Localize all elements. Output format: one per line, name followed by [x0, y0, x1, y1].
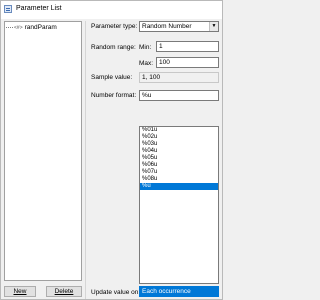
format-option[interactable]: %04u [140, 148, 218, 155]
format-option[interactable]: %02u [140, 134, 218, 141]
min-field[interactable]: 1 [156, 41, 219, 52]
number-format-input[interactable]: %u [139, 90, 219, 101]
parameter-list-window: Parameter List <#> randParam New Delete P… [0, 0, 223, 300]
parameter-type-dropdown[interactable]: Random Number ▼ [139, 21, 219, 32]
tree-connector [6, 26, 13, 28]
random-range-label: Random range: [91, 44, 136, 51]
max-label: Max: [139, 60, 154, 67]
format-option[interactable]: %08u [140, 176, 218, 183]
format-option[interactable]: %03u [140, 141, 218, 148]
min-label: Min: [139, 44, 152, 51]
parameter-tree[interactable]: <#> randParam [4, 21, 82, 281]
sample-value-label: Sample value: [91, 74, 133, 81]
format-option[interactable]: %06u [140, 162, 218, 169]
delete-button[interactable]: Delete [46, 286, 82, 297]
tree-item-label: randParam [24, 24, 57, 31]
new-button[interactable]: New [4, 286, 36, 297]
parameter-icon: <#> [14, 25, 23, 31]
update-value-label: Update value on: [91, 289, 141, 296]
format-option[interactable]: %01u [140, 127, 218, 134]
window-app-icon [4, 5, 12, 13]
format-option[interactable]: %05u [140, 155, 218, 162]
panel-divider [85, 21, 86, 299]
sample-value-display: 1, 100 [139, 72, 219, 83]
number-format-label: Number format: [91, 92, 137, 99]
update-value-value: Each occurrence [142, 288, 191, 295]
format-option[interactable]: %07u [140, 169, 218, 176]
window-title: Parameter List [16, 5, 62, 12]
chevron-down-icon[interactable]: ▼ [209, 22, 218, 31]
parameter-type-value: Random Number [142, 23, 192, 30]
format-option-selected[interactable]: %u [140, 183, 218, 190]
parameter-type-label: Parameter type: [91, 23, 138, 30]
update-value-dropdown[interactable]: Each occurrence [139, 286, 219, 297]
tree-item-randparam[interactable]: <#> randParam [6, 24, 57, 33]
title-bar: Parameter List [1, 1, 222, 19]
number-format-list[interactable]: %01u %02u %03u %04u %05u %06u %07u %08u … [139, 126, 219, 284]
max-field[interactable]: 100 [156, 57, 219, 68]
